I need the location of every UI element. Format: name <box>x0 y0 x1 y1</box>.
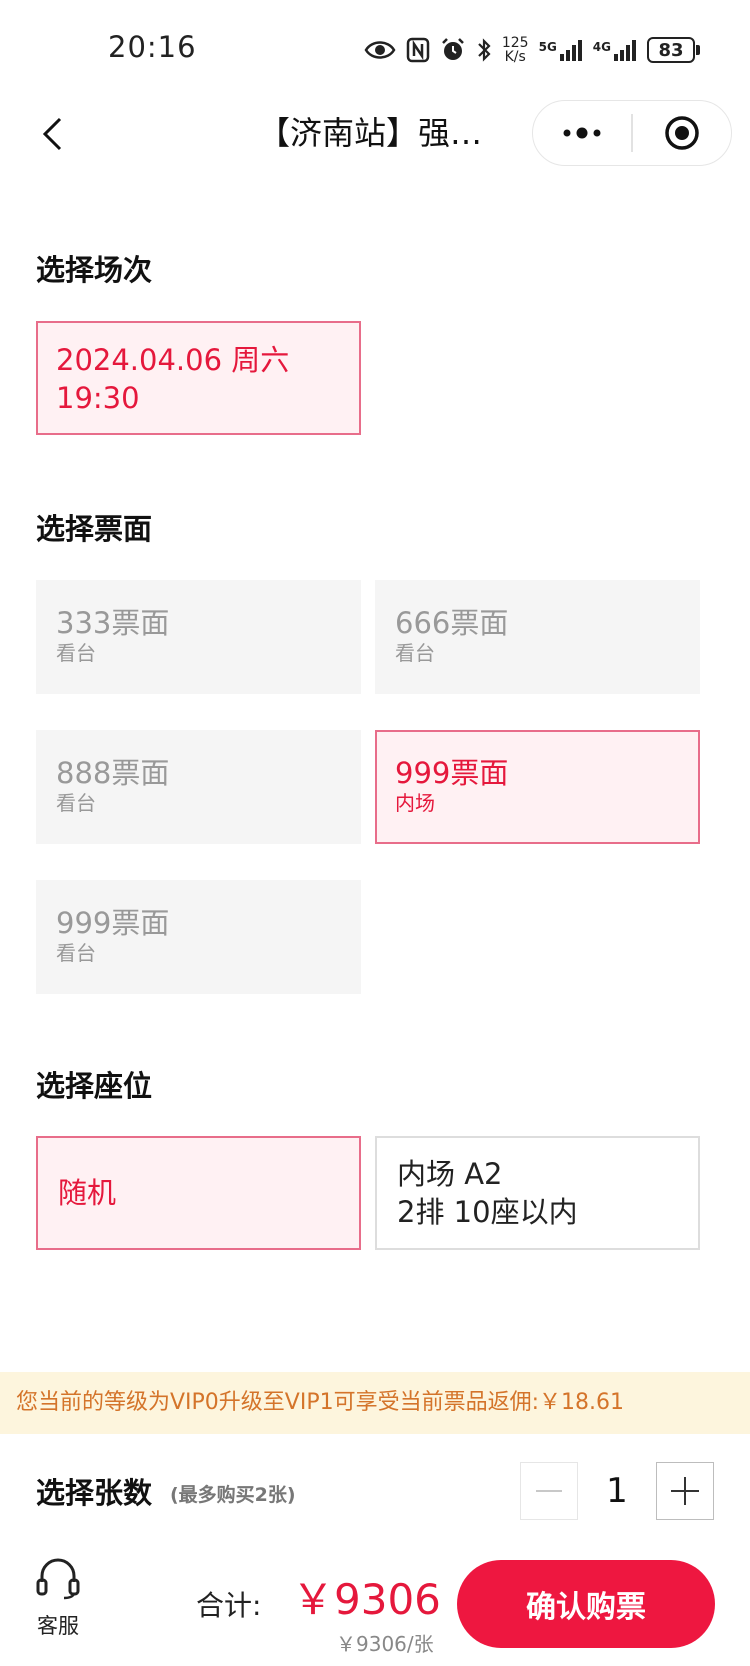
eye-icon <box>364 39 396 61</box>
more-button[interactable] <box>533 101 631 165</box>
battery-icon: 83 <box>647 37 700 63</box>
network-speed: 125 K/s <box>502 36 529 64</box>
chevron-left-icon <box>42 117 62 151</box>
decrease-quantity-button[interactable] <box>520 1462 578 1520</box>
status-icons: 125 K/s 5G 4G 83 <box>364 32 700 68</box>
ticket-option-888[interactable]: 888票面 看台 <box>36 730 361 844</box>
ticket-option-333[interactable]: 333票面 看台 <box>36 580 361 694</box>
quantity-row: 选择张数 (最多购买2张) 1 <box>0 1434 750 1544</box>
seat-option-random-selected[interactable]: 随机 <box>36 1136 361 1250</box>
battery-tip <box>696 45 700 55</box>
signal-4g: 4G <box>593 38 637 62</box>
ticket-area: 看台 <box>395 641 435 665</box>
back-button[interactable] <box>24 106 80 162</box>
increase-quantity-button[interactable] <box>656 1462 714 1520</box>
signal-5g: 5G <box>539 38 583 62</box>
ticket-option-666[interactable]: 666票面 看台 <box>375 580 700 694</box>
signal-bars-icon <box>614 40 636 61</box>
net-speed-value: 125 <box>501 35 529 51</box>
seat-option-area[interactable]: 内场 A2 2排 10座以内 <box>375 1136 700 1250</box>
seat-area-line2: 2排 10座以内 <box>397 1195 578 1229</box>
confirm-purchase-button[interactable]: 确认购票 <box>457 1560 715 1648</box>
ticket-area: 看台 <box>56 641 96 665</box>
ticket-price: 999票面 <box>395 756 509 790</box>
mini-program-capsule <box>532 100 732 166</box>
ticket-area: 看台 <box>56 941 96 965</box>
battery-level: 83 <box>647 37 695 63</box>
seat-section-title: 选择座位 <box>36 1069 153 1103</box>
status-bar: 20:16 125 K/s 5G 4G 83 <box>0 0 750 96</box>
total-price: ￥9306 <box>292 1575 441 1624</box>
signal-4g-label: 4G <box>592 40 611 54</box>
quantity-label: 选择张数 <box>36 1476 153 1510</box>
page-title: 【济南站】强… <box>258 114 483 152</box>
status-time: 20:16 <box>108 30 197 64</box>
ticket-option-999-inner-selected[interactable]: 999票面 内场 <box>375 730 700 844</box>
ticket-option-999-stand[interactable]: 999票面 看台 <box>36 880 361 994</box>
signal-5g-label: 5G <box>538 40 557 54</box>
ticket-section-title: 选择票面 <box>36 512 153 546</box>
quantity-value: 1 <box>606 1471 628 1511</box>
ticket-price: 333票面 <box>56 606 170 640</box>
ticket-area: 看台 <box>56 791 96 815</box>
bluetooth-icon <box>476 37 492 63</box>
ticket-area: 内场 <box>395 791 435 815</box>
nfc-icon <box>406 37 430 63</box>
total-label: 合计: <box>196 1589 262 1622</box>
customer-service-button[interactable]: 客服 <box>30 1558 86 1648</box>
signal-bars-icon <box>559 40 582 61</box>
ticket-price: 999票面 <box>56 906 170 940</box>
plus-icon <box>671 1477 699 1505</box>
seat-area-line1: 内场 A2 <box>397 1157 503 1191</box>
ticket-price: 666票面 <box>395 606 509 640</box>
more-dots-icon <box>563 127 601 139</box>
close-mini-program-button[interactable] <box>633 101 731 165</box>
ticket-price: 888票面 <box>56 756 170 790</box>
session-option-selected[interactable]: 2024.04.06 周六 19:30 <box>36 321 361 435</box>
alarm-icon <box>440 37 466 63</box>
net-speed-unit: K/s <box>504 49 526 65</box>
vip-upgrade-banner[interactable]: 您当前的等级为VIP0升级至VIP1可享受当前票品返佣:￥18.61 <box>0 1372 750 1434</box>
unit-price: ￥9306/张 <box>336 1632 434 1656</box>
headset-icon <box>36 1558 80 1600</box>
customer-service-label: 客服 <box>37 1614 79 1638</box>
bottom-bar: 客服 合计: ￥9306 ￥9306/张 确认购票 <box>0 1544 750 1666</box>
target-circle-icon <box>665 116 699 150</box>
minus-icon <box>536 1490 562 1492</box>
nav-bar: 【济南站】强… <box>0 96 750 196</box>
session-section-title: 选择场次 <box>36 253 153 287</box>
seat-random-label: 随机 <box>58 1176 117 1210</box>
quantity-limit: (最多购买2张) <box>170 1484 296 1506</box>
